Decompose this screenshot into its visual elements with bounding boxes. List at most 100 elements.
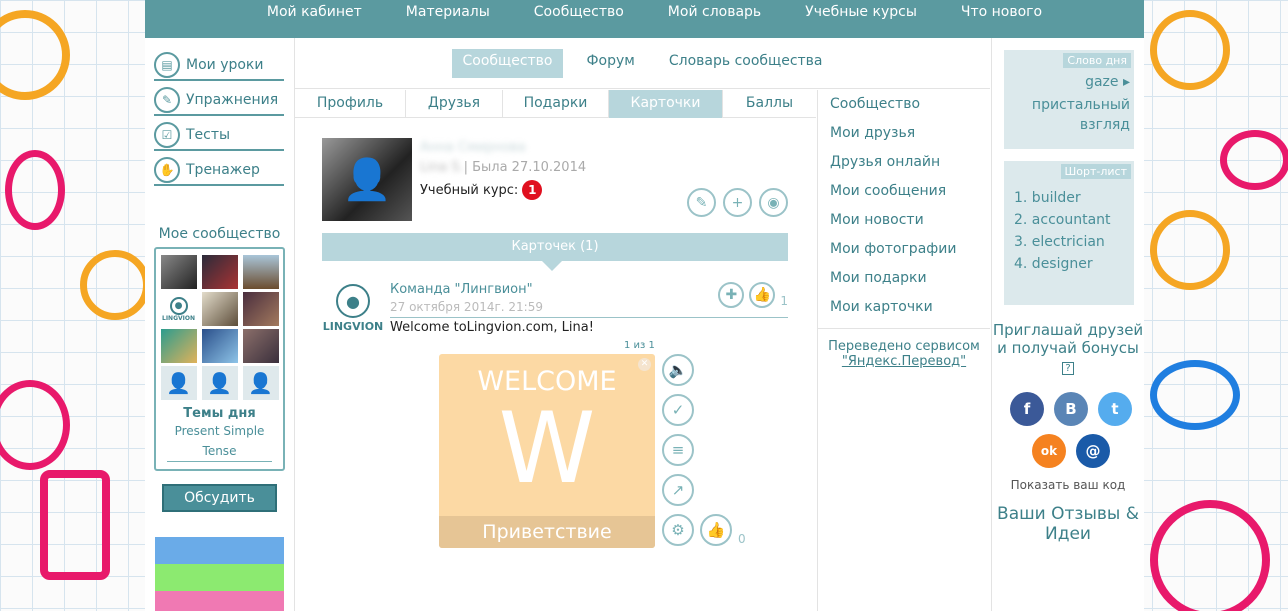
like-count: 1 [780,294,788,308]
pencil-icon: ✎ [154,86,180,113]
help-icon[interactable]: ? [1062,362,1074,375]
discuss-button[interactable]: Обсудить [162,484,277,512]
flashcard-bottom-actions: ⚙ 👍 0 [662,514,746,546]
user-silhouette-icon: 👤 [248,371,273,395]
empty-avatar[interactable]: 👤 [201,366,238,400]
nav-my-dictionary[interactable]: Мой словарь [668,4,761,20]
link-my-cards[interactable]: Мои карточки [818,293,990,322]
mailru-icon[interactable]: @ [1076,434,1110,468]
community-subtabs: Сообщество Форум Словарь сообщества [295,38,990,89]
profile-last-seen: Lina S.| Была 27.10.2014 [420,160,586,175]
tab-points[interactable]: Баллы [723,90,816,118]
flashcard-actions: 🔈 ✓ ≡ ↗ ⚙ 👍 0 [662,354,746,546]
background-doodle [1220,130,1288,190]
facebook-icon[interactable]: f [1010,392,1044,426]
link-my-gifts[interactable]: Мои подарки [818,264,990,293]
tab-gifts[interactable]: Подарки [503,90,609,118]
friend-avatar[interactable] [242,292,279,326]
link-community[interactable]: Сообщество [818,90,990,119]
friend-avatar[interactable] [242,329,279,363]
friend-avatar[interactable] [242,255,279,289]
lesson-item-trainer[interactable]: ✋ Тренажер [154,155,284,186]
add-friend-icon[interactable]: + [723,188,752,217]
cards-count-bar: Карточек (1) [322,233,788,271]
post-author[interactable]: Команда "Лингвион" [390,282,533,297]
link-my-messages[interactable]: Мои сообщения [818,177,990,206]
nav-materials[interactable]: Материалы [406,4,490,20]
twitter-icon[interactable]: t [1098,392,1132,426]
friend-avatar[interactable] [160,255,197,289]
author-avatar[interactable]: ● LINGVION [322,284,384,333]
shortlist-item[interactable]: 4. designer [1014,253,1111,275]
settings-icon[interactable]: ⚙ [662,514,694,546]
vk-icon[interactable]: B [1054,392,1088,426]
shortlist-item[interactable]: 1. builder [1014,187,1111,209]
show-code-link[interactable]: Показать ваш код [992,478,1144,492]
nav-community[interactable]: Сообщество [534,4,624,20]
invite-text: Приглашай друзей и получай бонусы ? [992,321,1144,378]
flashcard[interactable]: ✕ WELCOME W Приветствие [439,354,655,548]
background-doodle [1150,10,1230,90]
post-text: Welcome toLingvion.com, Lina! [390,320,594,335]
like-icon[interactable]: 👍 [700,514,732,546]
word-of-day-translation: пристальный взгляд [1031,97,1130,133]
tab-friends[interactable]: Друзья [406,90,503,118]
shortlist-item[interactable]: 2. accountant [1014,209,1111,231]
link-friends-online[interactable]: Друзья онлайн [818,148,990,177]
lingvion-avatar[interactable]: ● LINGVION [160,292,197,326]
tab-forum[interactable]: Форум [577,49,645,78]
hand-icon: ✋ [154,156,180,183]
color-stripe [155,537,284,564]
invite-message: Приглашай друзей и получай бонусы [992,321,1144,357]
lesson-label: Тесты [186,126,231,143]
edit-icon[interactable]: ✎ [687,188,716,217]
color-stripe [155,591,284,611]
empty-avatar[interactable]: 👤 [242,366,279,400]
lesson-item-tests[interactable]: ☑ Тесты [154,120,284,151]
odnoklassniki-icon[interactable]: ok [1032,434,1066,468]
yandex-translate-link[interactable]: "Яндекс.Перевод" [842,354,966,369]
lesson-item-exercises[interactable]: ✎ Упражнения [154,85,284,116]
friend-avatar[interactable] [160,329,197,363]
profile-avatar[interactable]: 👤 [322,138,412,221]
friend-avatar[interactable] [201,292,238,326]
lessons-menu: ▤ Мои уроки ✎ Упражнения ☑ Тесты ✋ Трена… [154,50,294,186]
community-box: ● LINGVION 👤 👤 👤 Темы дня Present Simple… [154,247,285,471]
tab-community-dictionary[interactable]: Словарь сообщества [659,49,833,78]
check-icon[interactable]: ✓ [662,394,694,426]
lesson-item-my-lessons[interactable]: ▤ Мои уроки [154,50,284,81]
nav-my-cabinet[interactable]: Мой кабинет [267,4,362,20]
topics-of-day-link[interactable]: Present Simple Tense [167,421,272,462]
link-my-news[interactable]: Мои новости [818,206,990,235]
play-icon[interactable]: ▸ [1123,74,1130,90]
close-icon[interactable]: ✕ [638,358,651,371]
link-my-friends[interactable]: Мои друзья [818,119,990,148]
word-of-day-word[interactable]: gaze ▸ [1085,74,1130,90]
camera-icon[interactable]: ◉ [759,188,788,217]
nav-courses[interactable]: Учебные курсы [805,4,917,20]
friend-avatar[interactable] [201,255,238,289]
share-icon[interactable]: ↗ [662,474,694,506]
nav-whats-new[interactable]: Что нового [961,4,1042,20]
add-to-list-icon[interactable]: ≡ [662,434,694,466]
link-my-photos[interactable]: Мои фотографии [818,235,990,264]
my-community-title: Мое сообщество [158,226,281,242]
reviews-link[interactable]: Ваши Отзывы & Идеи [992,504,1144,544]
empty-avatar[interactable]: 👤 [160,366,197,400]
social-buttons: f B t ok @ [1006,392,1136,468]
post-date: 27 октября 2014г. 21:59 [390,300,543,314]
tab-community[interactable]: Сообщество [452,49,563,78]
friend-avatar[interactable] [201,329,238,363]
tab-profile[interactable]: Профиль [295,90,406,118]
divider [390,317,788,318]
course-count-badge[interactable]: 1 [522,180,543,200]
right-sidebar: Слово дня gaze ▸ пристальный взгляд Шорт… [991,38,1144,611]
lesson-label: Тренажер [186,161,260,178]
background-doodle [80,250,150,320]
comment-icon[interactable]: ✚ [718,282,745,308]
sound-icon[interactable]: 🔈 [662,354,694,386]
like-icon[interactable]: 👍 [749,282,776,308]
checklist-icon: ☑ [154,121,180,148]
shortlist-item[interactable]: 3. electrician [1014,231,1111,253]
tab-cards[interactable]: Карточки [609,90,723,118]
